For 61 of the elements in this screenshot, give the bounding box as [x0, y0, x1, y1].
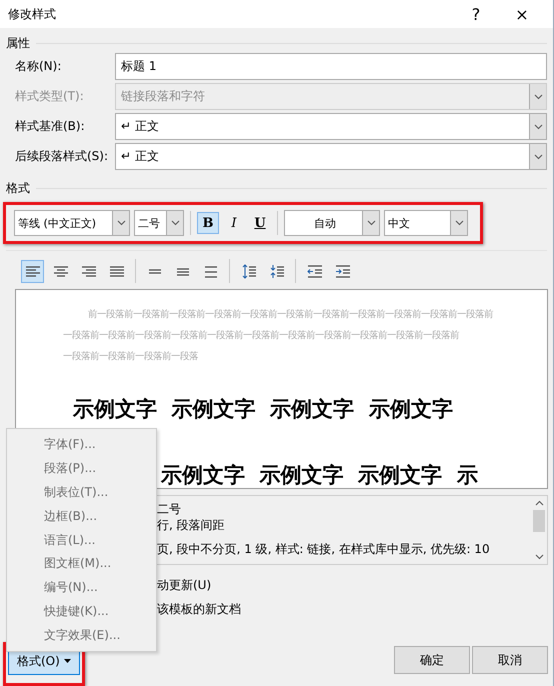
caret-icon [64, 659, 71, 663]
chevron-down-icon [170, 220, 180, 226]
align-left-icon [24, 264, 40, 278]
chevron-down-icon [534, 154, 542, 160]
font-dropdown[interactable]: 等线 (中文正文) [14, 210, 130, 236]
option-label: 动更新(U) [157, 577, 212, 593]
scroll-up-icon[interactable] [534, 500, 544, 506]
cancel-button[interactable]: 取消 [472, 646, 548, 674]
help-button[interactable]: ? [453, 0, 499, 28]
previous-paragraph-text: 前一段落前一段落前一段落前一段落前一段落前一段落前一段落前一段落前一段落前一段落前一段落前 [87, 308, 494, 322]
description-text: 二号 [157, 501, 182, 517]
field-label: 样式类型(T): [15, 88, 85, 105]
input-field[interactable]: 标题 1 [115, 53, 547, 80]
previous-paragraph-text: 一段落前一段落前一段落前一段落 [63, 350, 199, 364]
indent-icon [334, 264, 350, 278]
align-left-button[interactable] [21, 260, 44, 282]
field-label: 名称(N): [15, 58, 62, 75]
close-button[interactable]: × [499, 0, 545, 28]
chevron-down-icon [534, 554, 544, 560]
scroll-thumb[interactable] [533, 510, 545, 532]
outdent-icon [306, 264, 322, 278]
previous-paragraph-text: 一段落前一段落前一段落前一段落前一段落前一段落前一段落前一段落前一段落前一段落前一段落前 [63, 329, 460, 343]
chevron-down-icon [534, 94, 542, 100]
space-before-icon [240, 264, 256, 278]
field-label: 样式基准(B): [15, 118, 86, 135]
dropdown[interactable]: ↵ 正文 [115, 113, 547, 140]
window-title: 修改样式 [8, 6, 57, 22]
chevron-down-icon [534, 124, 542, 130]
description-text: 行, 段落间距 [157, 517, 226, 533]
menu-item[interactable]: 图文框(M)... [7, 552, 156, 576]
menu-item[interactable]: 段落(P)... [7, 456, 156, 481]
menu-item[interactable]: 制表位(T)... [7, 480, 156, 504]
menu-item[interactable]: 边框(B)... [7, 504, 156, 528]
language-dropdown[interactable]: 中文 [384, 210, 468, 236]
section-heading: 属性 [6, 34, 30, 52]
ok-button[interactable]: 确定 [394, 646, 470, 674]
description-text: 页, 段中不分页, 1 级, 样式: 链接, 在样式库中显示, 优先级: 10 [157, 541, 491, 557]
align-center-icon [52, 264, 68, 278]
space-after-icon [268, 264, 284, 278]
double-space-icon [202, 264, 218, 278]
dropdown[interactable]: ↵ 正文 [115, 143, 547, 170]
sample-text: 示例文字 示例文字 示例文字 示例文字 [73, 396, 453, 423]
option-label: 该模板的新文档 [157, 601, 242, 617]
underline-button[interactable]: U [249, 212, 271, 234]
chevron-down-icon [366, 220, 376, 226]
justify-icon [108, 264, 124, 278]
menu-item[interactable]: 字体(F)... [7, 433, 156, 457]
bold-button[interactable]: B [197, 212, 219, 234]
chevron-down-icon [454, 220, 464, 226]
sample-text: 示例文字 示例文字 示例文字 示 [161, 462, 478, 489]
field-label: 后续段落样式(S): [15, 148, 110, 165]
menu-item[interactable]: 快捷键(K)... [7, 600, 156, 624]
menu-item[interactable]: 文字效果(E)... [7, 623, 156, 648]
italic-button[interactable]: I [223, 212, 245, 234]
menu-item[interactable]: 语言(L)... [7, 528, 156, 552]
menu-item[interactable]: 编号(N)... [7, 576, 156, 600]
size-dropdown[interactable]: 二号 [134, 210, 184, 236]
align-right-icon [80, 264, 96, 278]
chevron-down-icon [116, 220, 126, 226]
color-dropdown[interactable]: 自动 [284, 210, 380, 236]
section-heading: 格式 [6, 180, 30, 196]
